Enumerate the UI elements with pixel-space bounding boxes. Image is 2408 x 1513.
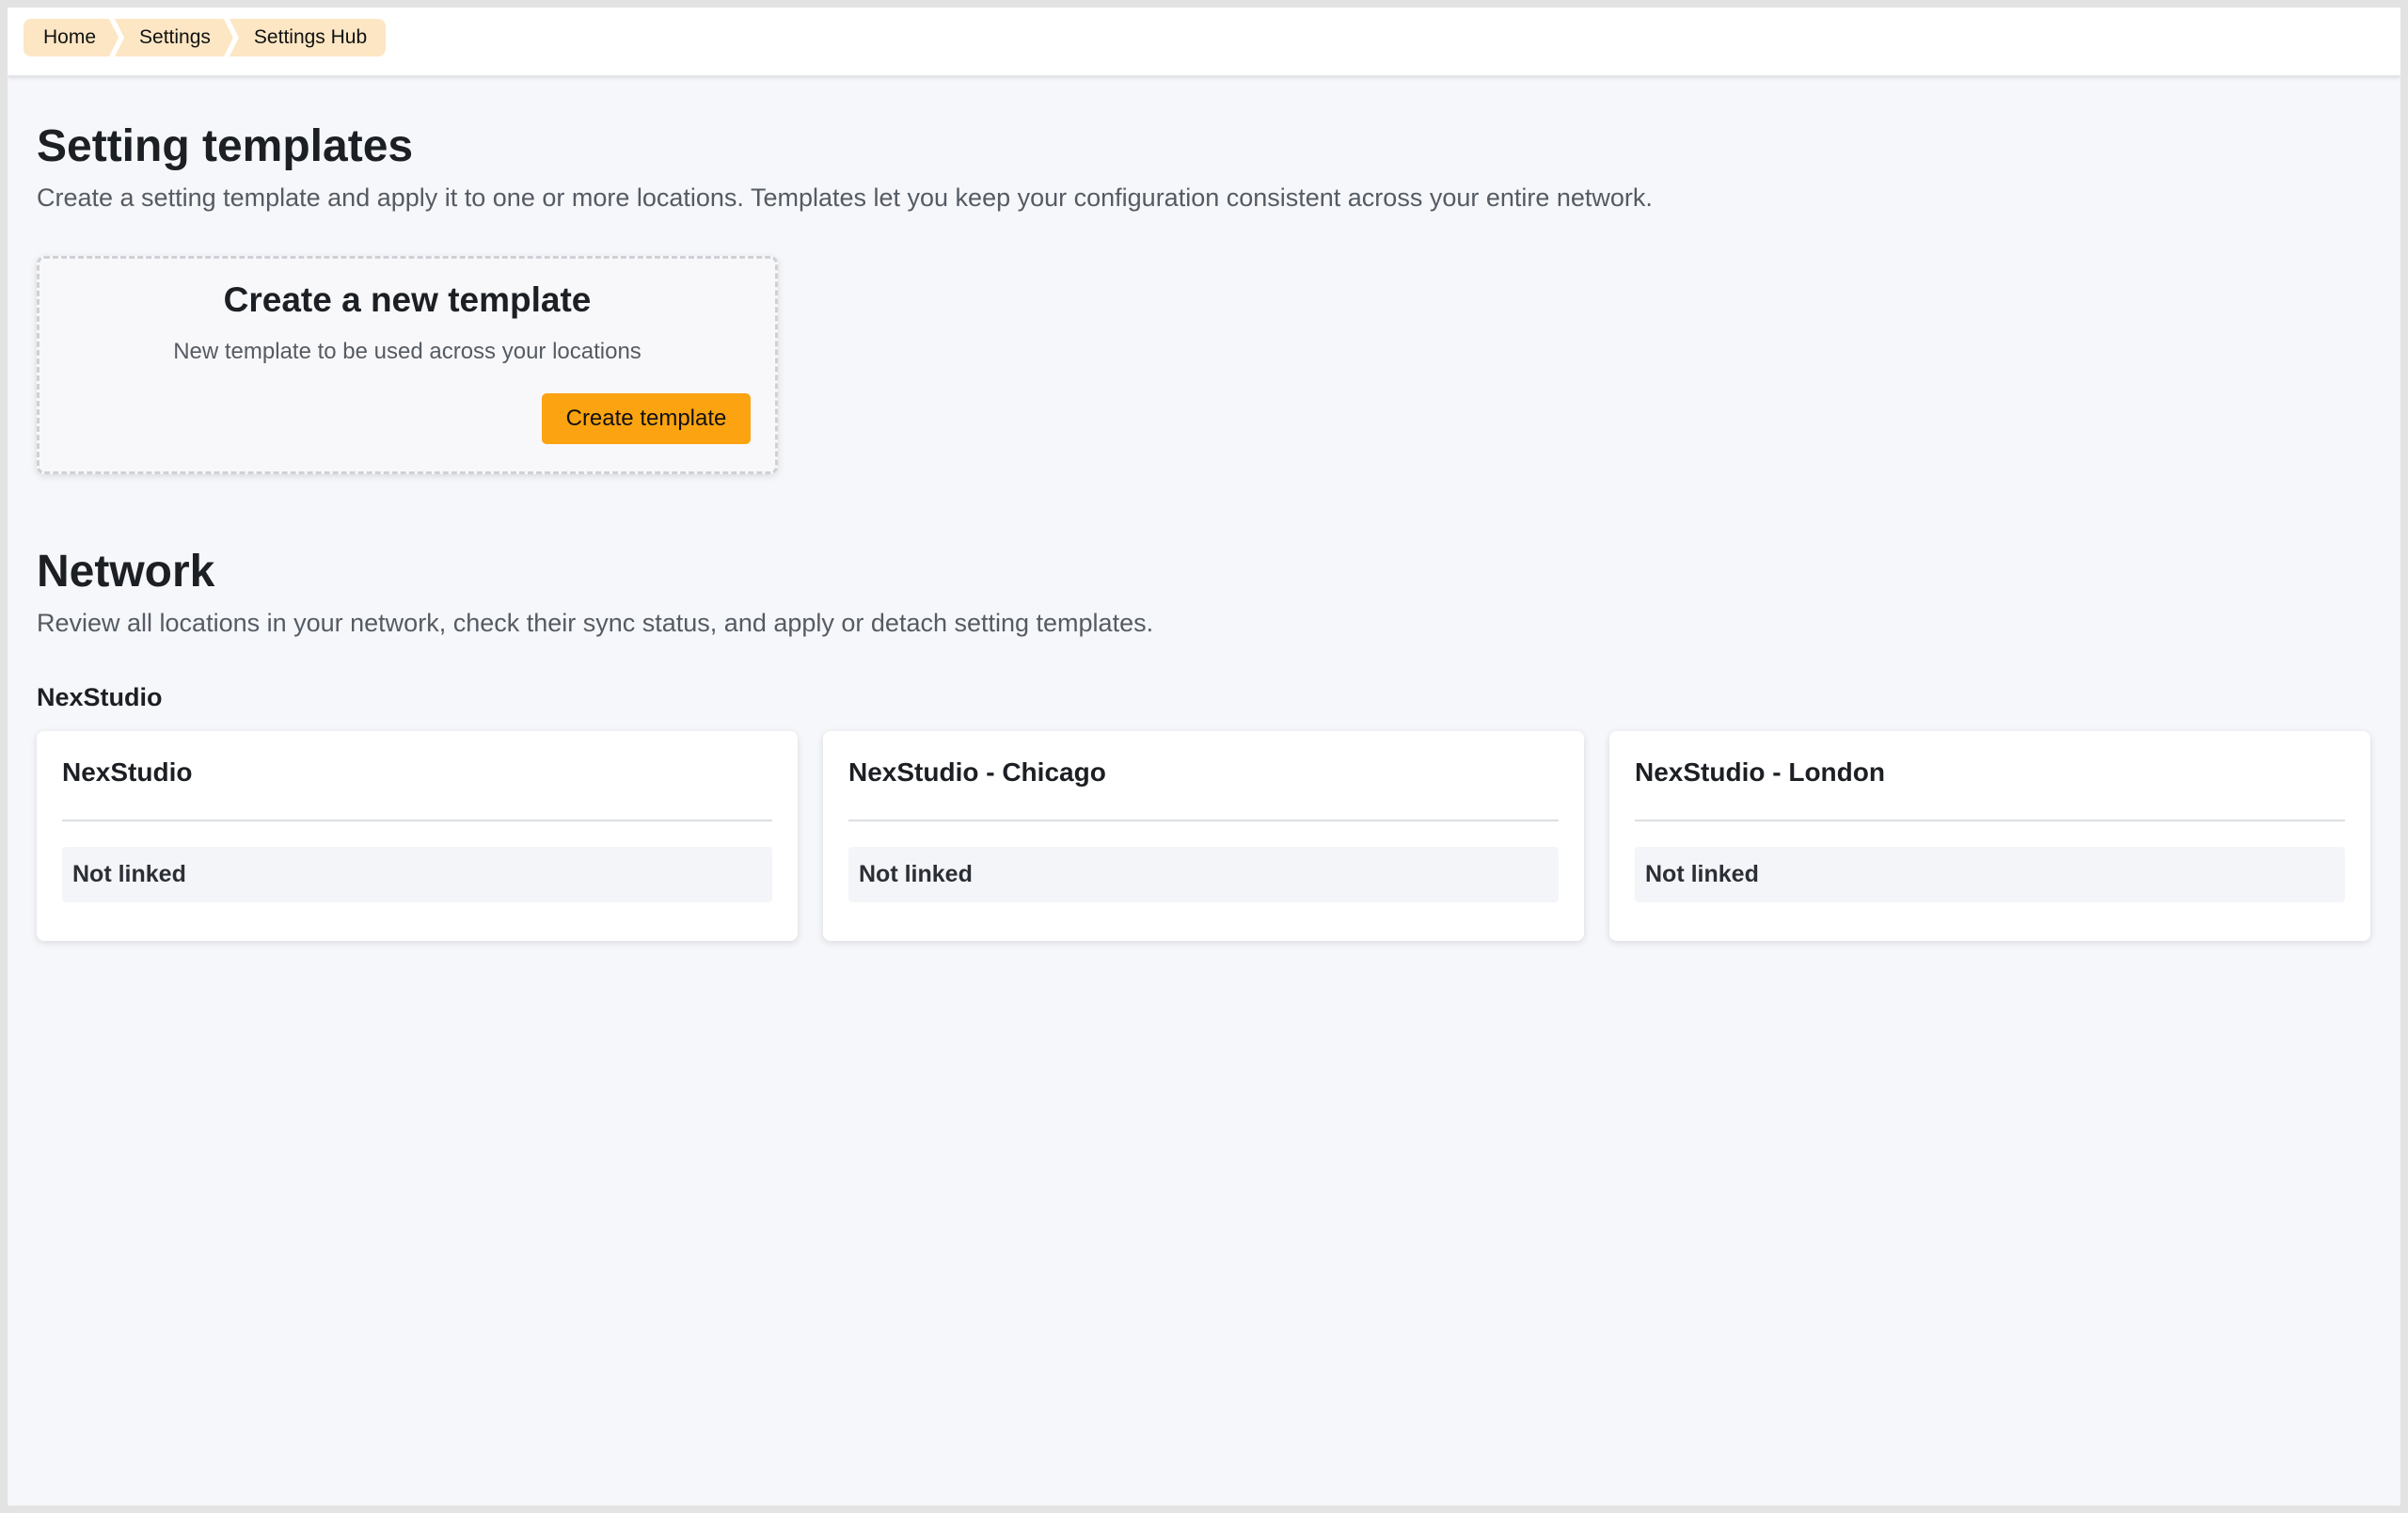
divider bbox=[62, 820, 772, 821]
location-name: NexStudio bbox=[62, 757, 193, 787]
location-grid: NexStudio Not linked NexStudio - Chicago… bbox=[37, 731, 2371, 941]
sync-status-badge: Not linked bbox=[62, 847, 772, 902]
location-name: NexStudio - Chicago bbox=[848, 757, 1106, 787]
breadcrumb-home[interactable]: Home bbox=[24, 19, 119, 56]
location-card[interactable]: NexStudio - Chicago Not linked bbox=[823, 731, 1584, 941]
create-template-card: Create a new template New template to be… bbox=[37, 256, 778, 474]
create-template-button[interactable]: Create template bbox=[542, 393, 751, 444]
breadcrumb: Home Settings Settings Hub bbox=[24, 19, 387, 56]
app-window: Home Settings Settings Hub Setting templ… bbox=[8, 8, 2400, 1505]
location-name: NexStudio - London bbox=[1635, 757, 1885, 787]
breadcrumb-settings[interactable]: Settings bbox=[115, 19, 233, 56]
sync-status-badge: Not linked bbox=[1635, 847, 2345, 902]
top-bar: Home Settings Settings Hub bbox=[8, 8, 2400, 76]
page-title: Setting templates bbox=[37, 121, 414, 171]
create-template-description: New template to be used across your loca… bbox=[173, 339, 642, 364]
templates-description: Create a setting template and apply it t… bbox=[37, 183, 1653, 212]
network-description: Review all locations in your network, ch… bbox=[37, 609, 1154, 637]
breadcrumb-settings-hub[interactable]: Settings Hub bbox=[229, 19, 387, 56]
location-group-label: NexStudio bbox=[37, 683, 163, 711]
sync-status-badge: Not linked bbox=[848, 847, 1559, 902]
divider bbox=[1635, 820, 2345, 821]
divider bbox=[848, 820, 1559, 821]
create-template-title: Create a new template bbox=[223, 280, 592, 319]
location-card[interactable]: NexStudio - London Not linked bbox=[1609, 731, 2370, 941]
location-card[interactable]: NexStudio Not linked bbox=[37, 731, 798, 941]
network-title: Network bbox=[37, 547, 215, 597]
